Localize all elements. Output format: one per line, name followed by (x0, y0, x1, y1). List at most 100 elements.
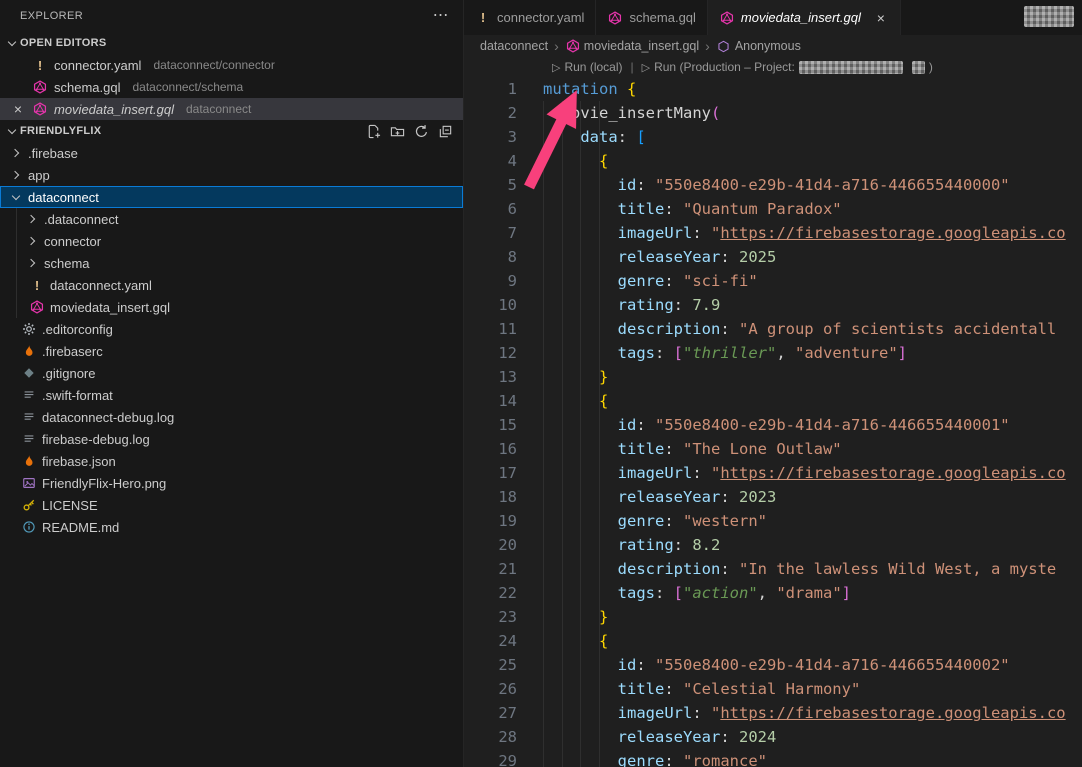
breadcrumb-item[interactable]: moviedata_insert.gql (565, 39, 699, 53)
code-text: id: "550e8400-e29b-41d4-a716-44665544000… (517, 653, 1010, 677)
tree-file-README.md[interactable]: README.md (0, 516, 463, 538)
chevron-down-icon (4, 38, 20, 48)
collapse-all-icon[interactable] (438, 124, 453, 139)
breadcrumb-item[interactable]: Anonymous (716, 39, 801, 53)
tree-file-moviedata_insert.gql[interactable]: moviedata_insert.gql (0, 296, 463, 318)
graphql-icon (607, 11, 623, 25)
warning-icon: ! (475, 10, 491, 25)
code-text: genre: "romance" (517, 749, 767, 767)
tree-file-.firebaserc[interactable]: .firebaserc (0, 340, 463, 362)
code-line: 21 description: "In the lawless Wild Wes… (464, 557, 1082, 581)
redacted-area (1024, 6, 1074, 27)
code-line: 1mutation { (464, 77, 1082, 101)
file-name: connector.yaml (54, 58, 141, 73)
graphql-icon (31, 80, 49, 94)
open-editor-item[interactable]: ×moviedata_insert.gqldataconnect (0, 98, 463, 120)
line-number: 17 (464, 461, 517, 485)
code-line: 26 title: "Celestial Harmony" (464, 677, 1082, 701)
tree-folder-dataconnect[interactable]: dataconnect (0, 186, 463, 208)
tab-label: connector.yaml (497, 10, 584, 25)
open-editor-item[interactable]: ×schema.gqldataconnect/schema (0, 76, 463, 98)
tree-file-.swift-format[interactable]: .swift-format (0, 384, 463, 406)
code-text: tags: ["thriller", "adventure"] (517, 341, 907, 365)
tree-item-label: schema (44, 256, 90, 271)
run-production-link[interactable]: Run (Production – Project: (654, 60, 795, 74)
tree-item-label: firebase-debug.log (42, 432, 150, 447)
code-line: 9 genre: "sci-fi" (464, 269, 1082, 293)
tab-schema.gql[interactable]: schema.gql (596, 0, 707, 35)
tree-file-.gitignore[interactable]: .gitignore (0, 362, 463, 384)
code-text: rating: 8.2 (517, 533, 720, 557)
tree-file-dataconnect.yaml[interactable]: !dataconnect.yaml (0, 274, 463, 296)
open-editors-list: ×!connector.yamldataconnect/connector×sc… (0, 54, 463, 120)
tree-item-label: .firebase (28, 146, 78, 161)
code-line: 16 title: "The Lone Outlaw" (464, 437, 1082, 461)
explorer-title: EXPLORER (20, 10, 83, 22)
code-line: 22 tags: ["action", "drama"] (464, 581, 1082, 605)
line-number: 8 (464, 245, 517, 269)
chevron-right-icon (8, 148, 24, 158)
code-line: 6 title: "Quantum Paradox" (464, 197, 1082, 221)
line-number: 26 (464, 677, 517, 701)
code-editor[interactable]: ▷ Run (local) | ▷ Run (Production – Proj… (464, 57, 1082, 767)
tree-item-label: .firebaserc (42, 344, 103, 359)
line-number: 1 (464, 77, 517, 101)
open-editors-label: OPEN EDITORS (20, 37, 107, 49)
project-section-header[interactable]: FRIENDLYFLIX (0, 120, 463, 142)
code-line: 11 description: "A group of scientists a… (464, 317, 1082, 341)
tree-folder-connector[interactable]: connector (0, 230, 463, 252)
new-file-icon[interactable] (366, 124, 381, 139)
tree-item-label: LICENSE (42, 498, 98, 513)
code-text: movie_insertMany( (517, 101, 720, 125)
code-text: description: "A group of scientists acci… (517, 317, 1056, 341)
code-line: 25 id: "550e8400-e29b-41d4-a716-44665544… (464, 653, 1082, 677)
tab-moviedata_insert.gql[interactable]: moviedata_insert.gql× (708, 0, 901, 35)
file-path: dataconnect/connector (153, 58, 274, 72)
tree-file-FriendlyFlix-Hero.png[interactable]: FriendlyFlix-Hero.png (0, 472, 463, 494)
code-text: mutation { (517, 77, 636, 101)
more-actions-icon[interactable]: ⋯ (433, 8, 449, 24)
code-line: 20 rating: 8.2 (464, 533, 1082, 557)
tree-file-firebase-debug.log[interactable]: firebase-debug.log (0, 428, 463, 450)
tree-folder-schema[interactable]: schema (0, 252, 463, 274)
image-icon (20, 476, 38, 490)
play-icon: ▷ (642, 61, 650, 74)
open-editors-header[interactable]: OPEN EDITORS (0, 32, 463, 54)
run-local-link[interactable]: Run (local) (564, 60, 622, 74)
new-folder-icon[interactable] (390, 124, 405, 139)
line-number: 20 (464, 533, 517, 557)
tabbar-empty-space (901, 0, 1082, 35)
close-icon[interactable]: × (873, 10, 889, 26)
explorer-panel-title: EXPLORER ⋯ (0, 0, 463, 32)
breadcrumb-item[interactable]: dataconnect (480, 39, 548, 53)
tree-file-LICENSE[interactable]: LICENSE (0, 494, 463, 516)
breadcrumb-separator-icon: › (553, 38, 560, 54)
code-text: { (517, 389, 608, 413)
tree-folder-.firebase[interactable]: .firebase (0, 142, 463, 164)
code-text: releaseYear: 2025 (517, 245, 776, 269)
file-name: moviedata_insert.gql (54, 102, 174, 117)
explorer-toolbar (366, 124, 463, 139)
tree-file-firebase.json[interactable]: firebase.json (0, 450, 463, 472)
vscode-window: EXPLORER ⋯ OPEN EDITORS ×! connector.yaml… (0, 0, 1082, 767)
redacted-project-id-suffix (912, 61, 925, 74)
code-text: releaseYear: 2023 (517, 485, 776, 509)
chevron-right-icon (24, 258, 40, 268)
key-icon (20, 498, 38, 512)
tab-bar: ! connector.yaml schema.gqlmoviedata_inser… (464, 0, 1082, 35)
code-text: genre: "western" (517, 509, 767, 533)
code-text: id: "550e8400-e29b-41d4-a716-44665544000… (517, 173, 1010, 197)
tree-folder-.dataconnect[interactable]: .dataconnect (0, 208, 463, 230)
code-line: 27 imageUrl: "https://firebasestorage.go… (464, 701, 1082, 725)
code-line: 24 { (464, 629, 1082, 653)
tab-connector.yaml[interactable]: ! connector.yaml (464, 0, 596, 35)
close-icon[interactable]: × (10, 102, 26, 116)
code-line: 23 } (464, 605, 1082, 629)
line-number: 19 (464, 509, 517, 533)
code-text: description: "In the lawless Wild West, … (517, 557, 1056, 581)
refresh-icon[interactable] (414, 124, 429, 139)
open-editor-item[interactable]: ×!connector.yamldataconnect/connector (0, 54, 463, 76)
tree-file-dataconnect-debug.log[interactable]: dataconnect-debug.log (0, 406, 463, 428)
tree-file-.editorconfig[interactable]: .editorconfig (0, 318, 463, 340)
tree-folder-app[interactable]: app (0, 164, 463, 186)
